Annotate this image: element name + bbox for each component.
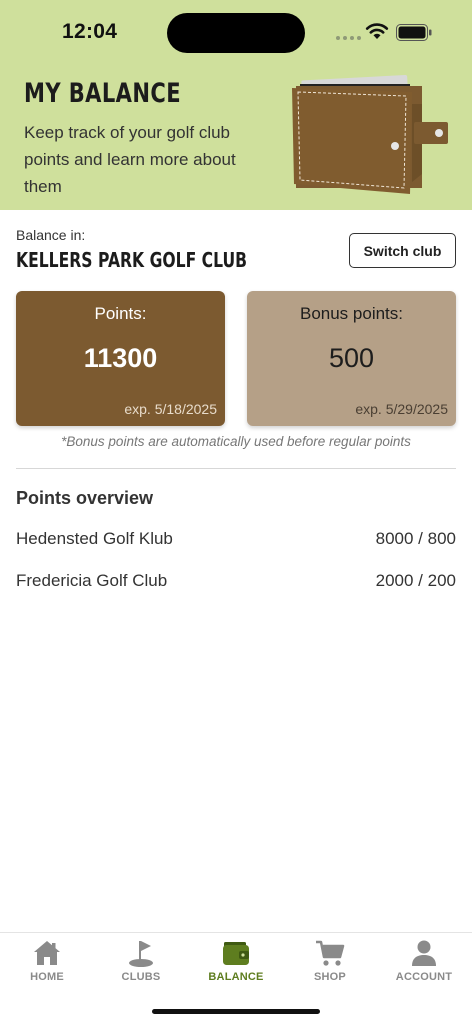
balance-screen: 12:04 MY BALANCE Keep track of your golf… (0, 0, 472, 1024)
tab-home-label: HOME (30, 971, 64, 983)
overview-club-name: Fredericia Golf Club (16, 571, 168, 590)
dynamic-island (167, 13, 305, 53)
points-expiry: exp. 5/18/2025 (124, 401, 217, 417)
page-title: MY BALANCE (24, 78, 181, 109)
home-icon (34, 941, 60, 965)
tab-home[interactable]: HOME (0, 939, 94, 991)
tab-clubs-label: CLUBS (121, 971, 161, 983)
person-icon (412, 940, 436, 966)
bonus-points-card: Bonus points: 500 exp. 5/29/2025 (247, 291, 456, 426)
page-header: MY BALANCE Keep track of your golf club … (0, 64, 472, 210)
points-value: 11300 (83, 343, 158, 373)
tab-balance[interactable]: BALANCE (189, 939, 283, 991)
overview-points-value: 8000 / 800 (375, 529, 456, 548)
tab-shop-label: SHOP (314, 971, 346, 983)
overview-row: Hedensted Golf Klub 8000 / 800 (16, 529, 456, 553)
battery-icon (396, 24, 432, 41)
cart-icon (316, 940, 345, 966)
flag-icon (129, 941, 153, 967)
tab-clubs[interactable]: CLUBS (94, 939, 188, 991)
bonus-points-value: 500 (328, 343, 375, 373)
bonus-note: *Bonus points are automatically used bef… (61, 434, 411, 449)
wifi-icon (365, 23, 389, 39)
club-name: KELLERS PARK GOLF CLUB (16, 248, 248, 272)
switch-club-button[interactable]: Switch club (349, 233, 456, 268)
divider (16, 468, 456, 469)
bonus-points-label: Bonus points: (299, 304, 403, 323)
bonus-points-expiry: exp. 5/29/2025 (355, 401, 448, 417)
points-overview-title: Points overview (16, 488, 154, 508)
balance-label: Balance in: (16, 227, 86, 243)
overview-club-name: Hedensted Golf Klub (16, 529, 173, 548)
overview-row: Fredericia Golf Club 2000 / 200 (16, 571, 456, 595)
wallet-icon (223, 942, 249, 965)
points-label: Points: (94, 304, 147, 323)
tab-shop[interactable]: SHOP (283, 939, 377, 991)
status-bar: 12:04 (0, 0, 472, 64)
tab-account[interactable]: ACCOUNT (377, 939, 471, 991)
wallet-illustration-icon (292, 74, 448, 194)
overview-points-value: 2000 / 200 (375, 571, 456, 590)
cellular-signal-icon (336, 36, 361, 40)
home-indicator (152, 1009, 320, 1014)
status-time: 12:04 (62, 20, 118, 43)
page-subtitle: Keep track of your golf club points and … (24, 123, 236, 196)
tab-account-label: ACCOUNT (395, 971, 453, 983)
points-card: Points: 11300 exp. 5/18/2025 (16, 291, 225, 426)
tab-balance-label: BALANCE (208, 971, 264, 983)
